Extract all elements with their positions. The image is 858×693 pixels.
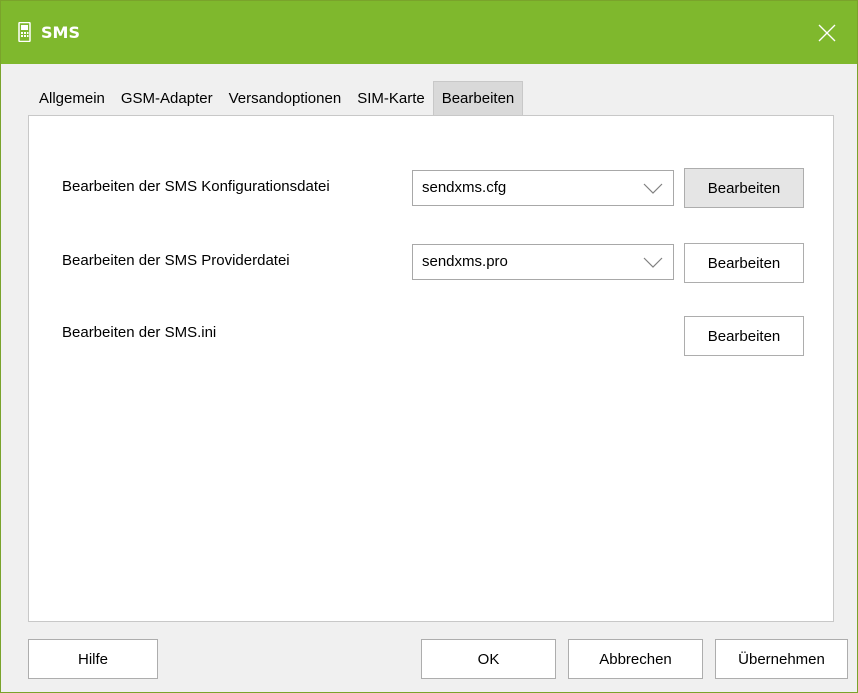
chevron-down-icon — [643, 183, 663, 194]
provider-file-label: Bearbeiten der SMS Providerdatei — [62, 252, 290, 269]
phone-icon — [18, 22, 31, 42]
close-icon — [818, 24, 836, 41]
provider-file-select[interactable]: sendxms.pro — [412, 244, 674, 280]
config-file-value: sendxms.cfg — [422, 179, 507, 196]
tab-gsm-adapter[interactable]: GSM-Adapter — [113, 81, 221, 115]
config-file-label: Bearbeiten der SMS Konfigurationsdatei — [62, 178, 330, 195]
sms-ini-label: Bearbeiten der SMS.ini — [62, 324, 217, 341]
sms-dialog: SMS Allgemein GSM-Adapter Versandoptione… — [0, 0, 858, 693]
config-file-select[interactable]: sendxms.cfg — [412, 170, 674, 206]
edit-config-button[interactable]: Bearbeiten — [684, 168, 804, 208]
provider-file-value: sendxms.pro — [422, 253, 508, 270]
tab-panel-bearbeiten: Bearbeiten der SMS Konfigurationsdatei s… — [28, 115, 834, 622]
help-button[interactable]: Hilfe — [28, 639, 158, 679]
edit-provider-button[interactable]: Bearbeiten — [684, 243, 804, 283]
edit-sms-ini-button[interactable]: Bearbeiten — [684, 316, 804, 356]
close-button[interactable] — [797, 1, 857, 64]
tab-sim-karte[interactable]: SIM-Karte — [349, 81, 433, 115]
cancel-button[interactable]: Abbrechen — [568, 639, 703, 679]
ok-button[interactable]: OK — [421, 639, 556, 679]
window-title: SMS — [41, 23, 80, 42]
tab-allgemein[interactable]: Allgemein — [31, 81, 113, 115]
title-bar: SMS — [1, 1, 857, 64]
tab-versandoptionen[interactable]: Versandoptionen — [221, 81, 350, 115]
tab-strip: Allgemein GSM-Adapter Versandoptionen SI… — [31, 81, 524, 115]
chevron-down-icon — [643, 257, 663, 268]
apply-button[interactable]: Übernehmen — [715, 639, 848, 679]
tab-bearbeiten[interactable]: Bearbeiten — [432, 81, 524, 115]
